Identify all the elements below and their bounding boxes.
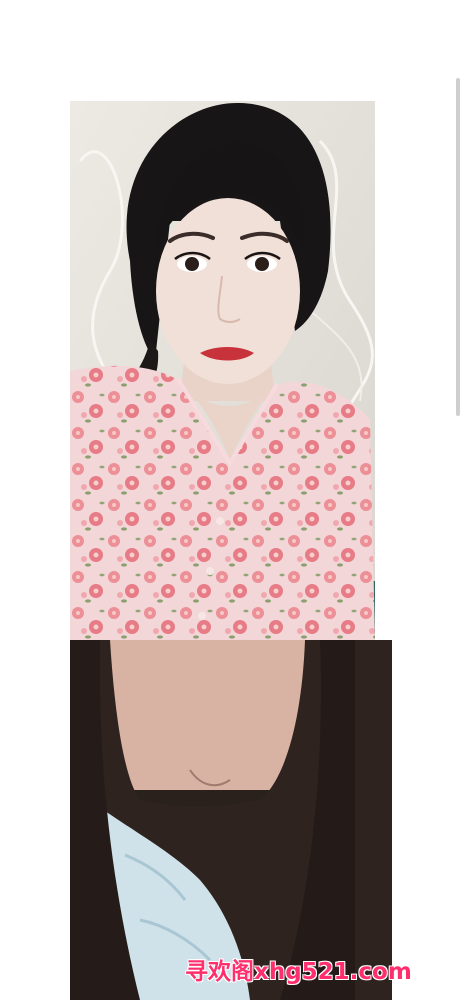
second-photo[interactable] [70,640,392,1000]
portrait-photo-image [70,101,375,640]
watermark-text: 寻欢阁xhg521.com [185,959,412,985]
portrait-photo[interactable] [70,101,375,640]
scrollbar-thumb[interactable] [456,78,460,416]
second-photo-image [70,640,392,1000]
